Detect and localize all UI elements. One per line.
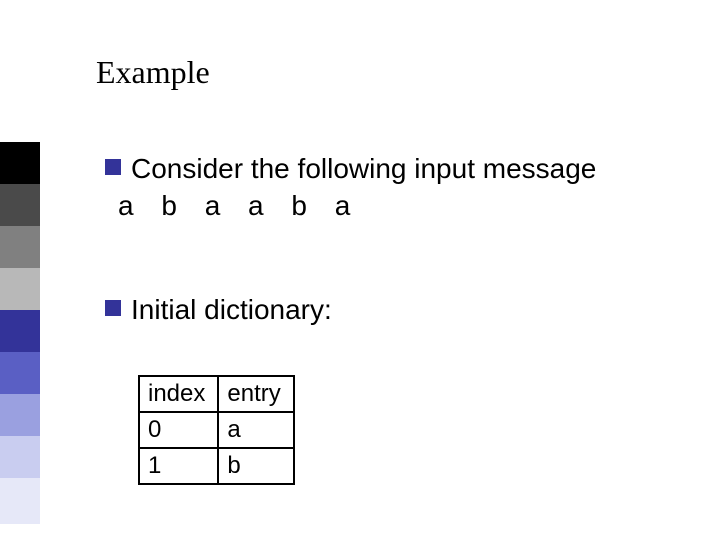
bullet-consider-text: Consider the following input message	[131, 151, 596, 186]
table-header-index: index	[139, 376, 218, 412]
dictionary-table: index entry 0 a 1 b	[138, 375, 295, 485]
table-header-row: index entry	[139, 376, 294, 412]
accent-seg-8	[0, 478, 40, 524]
accent-seg-1	[0, 184, 40, 226]
bullet-square-icon	[105, 159, 121, 175]
table-row: 0 a	[139, 412, 294, 448]
accent-seg-3	[0, 268, 40, 310]
table-cell-index: 1	[139, 448, 218, 484]
table-cell-entry: a	[218, 412, 293, 448]
input-message: a b a a b a	[118, 190, 360, 222]
table-cell-entry: b	[218, 448, 293, 484]
bullet-initial-text: Initial dictionary:	[131, 292, 332, 327]
accent-seg-0	[0, 142, 40, 184]
accent-seg-5	[0, 352, 40, 394]
bullet-consider: Consider the following input message	[105, 151, 596, 186]
accent-seg-4	[0, 310, 40, 352]
table-row: 1 b	[139, 448, 294, 484]
accent-seg-2	[0, 226, 40, 268]
table-cell-index: 0	[139, 412, 218, 448]
table-header-entry: entry	[218, 376, 293, 412]
accent-bar	[0, 142, 40, 524]
bullet-square-icon	[105, 300, 121, 316]
slide-title: Example	[96, 54, 210, 91]
accent-seg-7	[0, 436, 40, 478]
accent-seg-6	[0, 394, 40, 436]
slide: Example Consider the following input mes…	[0, 0, 720, 540]
bullet-initial: Initial dictionary:	[105, 292, 332, 327]
